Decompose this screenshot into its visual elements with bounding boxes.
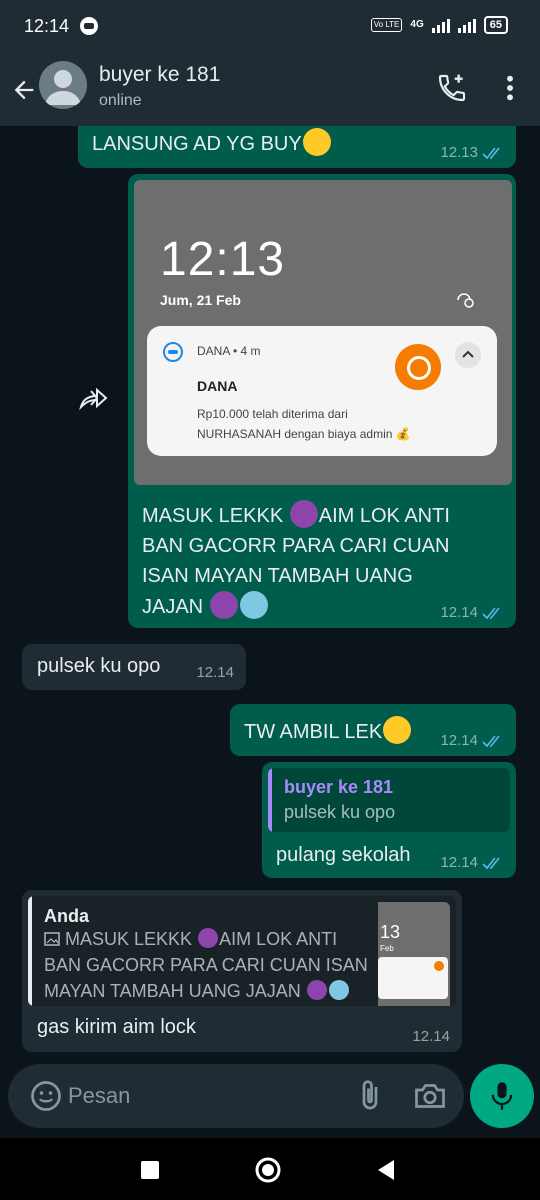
dana-icon [163, 342, 183, 362]
status-indicators: Vo LTE 4G 65 [370, 16, 508, 34]
notification-body: Rp10.000 telah diterima dari NURHASANAH … [197, 407, 411, 441]
message-composer: Pesan [0, 1064, 540, 1138]
photo-icon [44, 932, 60, 946]
devil-emoji [198, 928, 219, 948]
more-vert-icon[interactable] [500, 72, 520, 104]
quoted-text: MASUK LEKKK AIM LOK ANTI BAN GACORR PARA… [44, 928, 368, 1001]
chat-header: buyer ke 181 online [0, 54, 540, 126]
devil-emoji [289, 500, 318, 528]
network-type: 4G [410, 19, 424, 30]
message-text: pulsek ku opo [37, 655, 161, 677]
chevron-up-icon [455, 342, 481, 368]
nav-home-icon[interactable] [254, 1156, 282, 1184]
quoted-author: buyer ke 181 [284, 777, 394, 797]
message-text: pulang sekolah [276, 844, 411, 866]
message-time: 12.14 [440, 604, 478, 621]
notification-app-icon [80, 17, 98, 35]
message-text: TW AMBIL LEK [244, 716, 412, 745]
read-ticks-icon [482, 735, 500, 747]
message-meta: 12.14 [412, 1028, 450, 1045]
lockscreen-date: Jum, 21 Feb [160, 292, 241, 308]
quoted-message[interactable]: buyer ke 181 pulsek ku opo [268, 768, 510, 832]
thumb-date: Feb [380, 944, 394, 953]
screenshot-image[interactable]: 12:13 Jum, 21 Feb DANA • 4 m DANA Rp10.0… [134, 180, 512, 485]
devil-emoji [209, 591, 238, 619]
status-bar: 12:14 Vo LTE 4G 65 [0, 0, 540, 54]
notification-card: DANA • 4 m DANA Rp10.000 telah diterima … [147, 326, 497, 456]
sunglasses-emoji [383, 716, 412, 744]
message-input[interactable]: Pesan [8, 1064, 464, 1128]
lockscreen-clock: 12:13 [160, 233, 286, 286]
message-bubble-outgoing[interactable]: TW AMBIL LEK 12.14 [230, 704, 516, 756]
message-time: 12.14 [196, 664, 234, 681]
image-message-bubble[interactable]: 12:13 Jum, 21 Feb DANA • 4 m DANA Rp10.0… [128, 174, 516, 628]
status-time: 12:14 [24, 16, 70, 36]
camera-icon[interactable] [412, 1078, 448, 1114]
quoted-message[interactable]: Anda MASUK LEKKK AIM LOK ANTI BAN GACORR… [28, 896, 456, 1006]
emoji-icon[interactable] [28, 1078, 64, 1114]
shushing-face-emoji [302, 128, 331, 156]
message-text: gas kirim aim lock [37, 1016, 196, 1038]
message-text: LANSUNG AD YG BUY [92, 128, 332, 157]
back-arrow-icon[interactable] [10, 76, 38, 104]
message-meta: 12.14 [196, 664, 234, 681]
quote-bar [268, 768, 272, 832]
message-time: 12.14 [440, 732, 478, 749]
nav-recent-icon[interactable] [136, 1156, 164, 1184]
message-bubble-incoming[interactable]: pulsek ku opo 12.14 [22, 644, 246, 690]
message-time: 12.14 [412, 1028, 450, 1045]
notification-title: DANA [197, 378, 238, 394]
volte-badge: Vo LTE [370, 18, 403, 32]
avatar[interactable] [39, 61, 87, 109]
read-ticks-icon [482, 857, 500, 869]
cold-face-emoji [239, 591, 268, 619]
signal-icon [431, 17, 450, 33]
chat-area[interactable]: LANSUNG AD YG BUY 12.13 12:13 Jum, 21 Fe… [0, 126, 540, 1072]
message-meta: 12.14 [440, 732, 504, 749]
quoted-author: Anda [44, 906, 89, 926]
message-bubble-outgoing[interactable]: LANSUNG AD YG BUY 12.13 [78, 126, 516, 168]
nav-back-icon[interactable] [372, 1156, 400, 1184]
quoted-image-thumbnail: 13 Feb [378, 902, 450, 1006]
battery-icon: 65 [483, 16, 508, 34]
mic-button[interactable] [470, 1064, 534, 1128]
read-ticks-icon [482, 147, 500, 159]
system-nav-bar [0, 1138, 540, 1200]
message-meta: 12.13 [440, 144, 504, 161]
devil-emoji [306, 980, 327, 1000]
message-time: 12.14 [440, 854, 478, 871]
cold-face-emoji [328, 980, 349, 1000]
signal-icon-2 [457, 17, 476, 33]
thumb-clock: 13 [380, 922, 401, 942]
money-transfer-icon [395, 344, 441, 390]
read-ticks-icon [482, 607, 500, 619]
reply-message-bubble[interactable]: buyer ke 181 pulsek ku opo pulang sekola… [262, 762, 516, 878]
thumb-notification [378, 957, 448, 999]
forward-icon[interactable] [77, 383, 111, 413]
settings-lock-icon [457, 293, 474, 308]
message-meta: 12.14 [440, 854, 504, 871]
mic-icon [491, 1082, 513, 1110]
add-call-icon[interactable] [436, 72, 468, 104]
quoted-text: pulsek ku opo [284, 802, 396, 822]
message-meta: 12.14 [440, 604, 504, 621]
notification-app: DANA • 4 m [197, 344, 261, 358]
contact-status: online [99, 92, 142, 109]
reply-message-bubble-incoming[interactable]: Anda MASUK LEKKK AIM LOK ANTI BAN GACORR… [22, 890, 462, 1052]
contact-name[interactable]: buyer ke 181 [99, 63, 220, 87]
input-placeholder: Pesan [68, 1083, 131, 1108]
message-time: 12.13 [440, 144, 478, 161]
attach-icon[interactable] [352, 1078, 388, 1114]
quote-bar [28, 896, 32, 1006]
